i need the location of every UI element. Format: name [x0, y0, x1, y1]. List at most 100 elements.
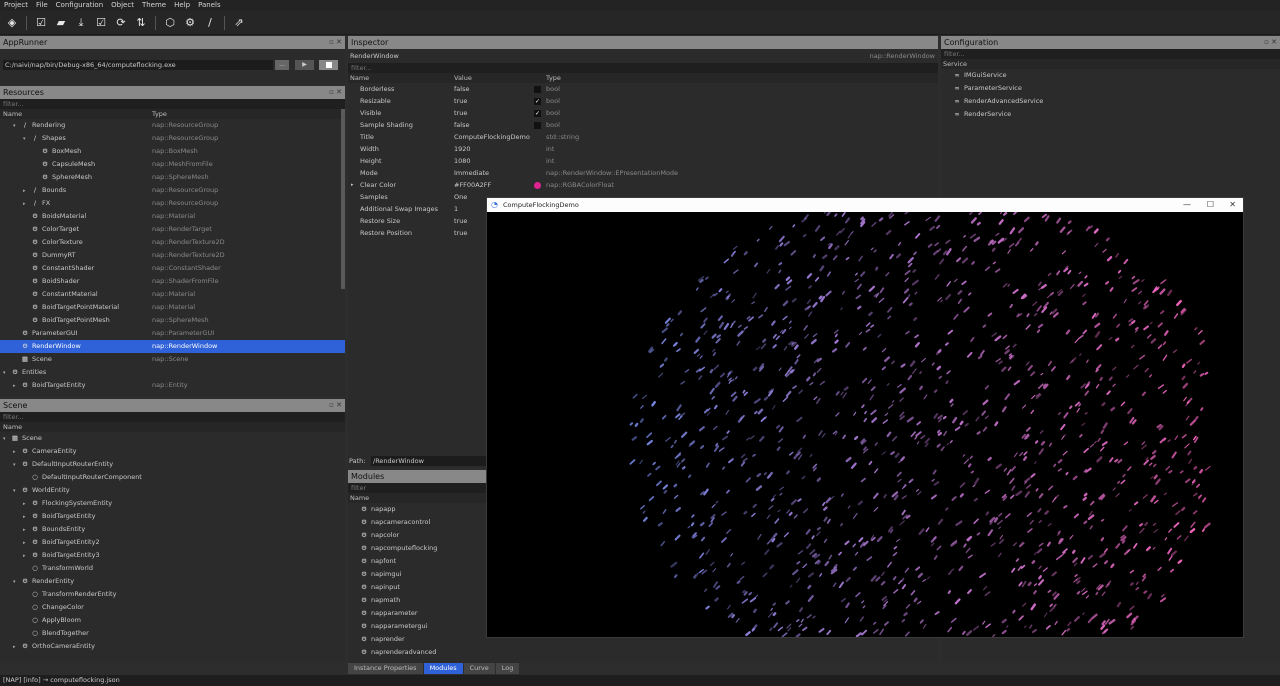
resource-row[interactable]: ⚙ SphereMesh nap::SphereMesh [0, 171, 345, 184]
scene-row[interactable]: ○ BlendTogether [0, 627, 345, 640]
resource-row[interactable]: ⚙ BoxMesh nap::BoxMesh [0, 145, 345, 158]
property-value[interactable]: ComputeFlockingDemo [454, 131, 530, 143]
resource-row[interactable]: ⚙ BoidShader nap::ShaderFromFile [0, 275, 345, 288]
tab-modules[interactable]: Modules [423, 663, 463, 674]
scene-row[interactable]: ○ DefaultInputRouterComponent [0, 471, 345, 484]
resource-row[interactable]: ⚙ CapsuleMesh nap::MeshFromFile [0, 158, 345, 171]
cube-icon[interactable]: ⬡ [162, 15, 178, 31]
menu-panels[interactable]: Panels [194, 0, 225, 11]
property-row[interactable]: Height 1080 int [348, 155, 938, 167]
scene-row[interactable]: ○ TransformRenderEntity [0, 588, 345, 601]
scene-row[interactable]: ▸ ⚙ OrthoCameraEntity [0, 640, 345, 653]
sort-icon[interactable]: ⇅ [133, 15, 149, 31]
property-row[interactable]: Resizable true ✓ bool [348, 95, 938, 107]
resource-row[interactable]: ▾ / Rendering nap::ResourceGroup [0, 119, 345, 132]
resources-filter-input[interactable]: filter... [0, 99, 345, 109]
service-row[interactable]: ∞ RenderAdvancedService [941, 95, 1280, 108]
resource-row[interactable]: ▾ / Shapes nap::ResourceGroup [0, 132, 345, 145]
new-file-icon[interactable]: ☑ [33, 15, 49, 31]
scene-row[interactable]: ▸ ⚙ BoundsEntity [0, 523, 345, 536]
bool-checkbox[interactable]: ✓ [534, 98, 541, 105]
scene-row[interactable]: ▾ ▦ Scene [0, 432, 345, 445]
tree-arrow-icon[interactable]: ▸ [13, 641, 21, 654]
stop-button[interactable] [319, 60, 338, 70]
resource-row[interactable]: ▸ ⚙ BoidTargetEntity nap::Entity [0, 379, 345, 392]
service-row[interactable]: ∞ RenderService [941, 108, 1280, 121]
property-value[interactable]: #FF00A2FF [454, 179, 491, 191]
scene-row[interactable]: ▾ ⚙ DefaultInputRouterEntity [0, 458, 345, 471]
scene-row[interactable]: ▾ ⚙ WorldEntity [0, 484, 345, 497]
resource-row[interactable]: ⚙ ConstantShader nap::ConstantShader [0, 262, 345, 275]
resource-row[interactable]: ▸ / Bounds nap::ResourceGroup [0, 184, 345, 197]
property-row[interactable]: Mode Immediate nap::RenderWindow::EPresent… [348, 167, 938, 179]
property-value[interactable]: true [454, 227, 467, 239]
property-value[interactable]: One [454, 191, 467, 203]
property-row[interactable]: Title ComputeFlockingDemo std::string [348, 131, 938, 143]
tree-arrow-icon[interactable]: ▸ [13, 380, 21, 393]
property-row[interactable]: ▸ Clear Color #FF00A2FF nap::RGBAColorFloat [348, 179, 938, 191]
save-icon[interactable]: ☑ [93, 15, 109, 31]
resource-row[interactable]: ⚙ ConstantMaterial nap::Material [0, 288, 345, 301]
panel-close-icon[interactable]: ▫ ✕ [329, 399, 342, 412]
resource-row[interactable]: ⚙ BoidsMaterial nap::Material [0, 210, 345, 223]
minimize-icon[interactable]: — [1183, 198, 1191, 212]
scene-row[interactable]: ▾ ⚙ RenderEntity [0, 575, 345, 588]
panel-close-icon[interactable]: ▫ ✕ [329, 36, 342, 49]
tab-log[interactable]: Log [495, 663, 520, 674]
scene-filter-input[interactable]: filter... [0, 412, 345, 422]
color-swatch[interactable] [534, 182, 541, 189]
scene-row[interactable]: ▸ ⚙ BoidTargetEntity2 [0, 536, 345, 549]
property-value[interactable]: true [454, 215, 467, 227]
menu-project[interactable]: Project [0, 0, 32, 11]
scene-row[interactable]: ▸ ⚙ BoidTargetEntity3 [0, 549, 345, 562]
resource-row[interactable]: ▦ Scene nap::Scene [0, 353, 345, 366]
resource-row[interactable]: ⚙ RenderWindow nap::RenderWindow [0, 340, 345, 353]
tab-curve[interactable]: Curve [463, 663, 495, 674]
scene-row[interactable]: ○ ApplyBloom [0, 614, 345, 627]
property-row[interactable]: Sample Shading false bool [348, 119, 938, 131]
panel-close-icon[interactable]: ▫ ✕ [1264, 36, 1277, 49]
scene-row[interactable]: ○ ChangeColor [0, 601, 345, 614]
external-icon[interactable]: ⇗ [231, 15, 247, 31]
inspector-filter-input[interactable]: filter... [348, 63, 938, 73]
module-row[interactable]: ⚙ naprenderadvanced [348, 646, 938, 659]
menu-theme[interactable]: Theme [138, 0, 170, 11]
settings-icon[interactable]: ⚙ [182, 15, 198, 31]
property-value[interactable]: 1080 [454, 155, 471, 167]
menu-object[interactable]: Object [107, 0, 138, 11]
bool-checkbox[interactable] [534, 122, 541, 129]
property-value[interactable]: 1920 [454, 143, 471, 155]
service-row[interactable]: ∞ IMGuiService [941, 69, 1280, 82]
property-value[interactable]: false [454, 83, 469, 95]
property-value[interactable]: 1 [454, 203, 458, 215]
scene-row[interactable]: ▸ ⚙ BoidTargetEntity [0, 510, 345, 523]
menu-help[interactable]: Help [170, 0, 194, 11]
panel-close-icon[interactable]: ▫ ✕ [329, 86, 342, 99]
resource-row[interactable]: ⚙ ParameterGUI nap::ParameterGUI [0, 327, 345, 340]
property-value[interactable]: true [454, 95, 467, 107]
scene-row[interactable]: ○ TransformWorld [0, 562, 345, 575]
bool-checkbox[interactable]: ✓ [534, 110, 541, 117]
property-value[interactable]: Immediate [454, 167, 489, 179]
expand-arrow-icon[interactable]: ▸ [351, 179, 354, 191]
scrollbar[interactable] [341, 109, 345, 289]
property-row[interactable]: Visible true ✓ bool [348, 107, 938, 119]
bool-checkbox[interactable] [534, 86, 541, 93]
resource-row[interactable]: ▾ ⚙ Entities [0, 366, 345, 379]
play-button[interactable]: ▶ [295, 60, 314, 70]
configuration-filter-input[interactable]: filter... [941, 49, 1280, 59]
app-render-window[interactable]: ◔ ComputeFlockingDemo — ☐ ✕ [486, 197, 1244, 638]
property-value[interactable]: true [454, 107, 467, 119]
resource-row[interactable]: ⚙ ColorTarget nap::RenderTarget [0, 223, 345, 236]
service-row[interactable]: ∞ ParameterService [941, 82, 1280, 95]
property-value[interactable]: false [454, 119, 469, 131]
close-icon[interactable]: ✕ [1229, 198, 1236, 212]
tab-instance-properties[interactable]: Instance Properties [348, 663, 423, 674]
resource-row[interactable]: ▸ / FX nap::ResourceGroup [0, 197, 345, 210]
property-row[interactable]: Width 1920 int [348, 143, 938, 155]
resource-row[interactable]: ⚙ BoidTargetPointMaterial nap::Material [0, 301, 345, 314]
path-input[interactable]: /RenderWindow [371, 456, 486, 466]
property-row[interactable]: Borderless false bool [348, 83, 938, 95]
nap-logo-icon[interactable]: ◈ [4, 15, 20, 31]
download-icon[interactable]: ⤓ [73, 15, 89, 31]
